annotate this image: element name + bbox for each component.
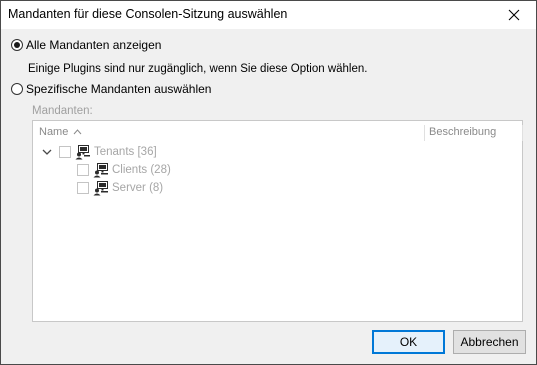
radio-all-tenants-label[interactable]: Alle Mandanten anzeigen [26, 38, 161, 52]
dialog-title: Mandanten für diese Consolen-Sitzung aus… [8, 7, 288, 21]
option-hint-text: Einige Plugins sind nur zugänglich, wenn… [28, 63, 368, 75]
tree-node-tenants-checkbox[interactable] [59, 146, 71, 158]
chevron-down-icon[interactable] [41, 146, 53, 158]
radio-specific-tenants-indicator[interactable] [11, 83, 23, 95]
tree-node-server-label: Server (8) [112, 182, 164, 194]
tree-node-clients[interactable]: Clients (28) [77, 161, 171, 179]
radio-specific-tenants-label[interactable]: Spezifische Mandanten auswählen [26, 82, 211, 96]
tree-node-server-checkbox[interactable] [77, 182, 89, 194]
sort-ascending-icon [73, 129, 82, 135]
tree-node-server[interactable]: Server (8) [77, 179, 163, 197]
tree-node-tenants[interactable]: Tenants [36] [41, 143, 157, 161]
column-header-description-label: Beschreibung [429, 126, 497, 138]
tenants-group-label: Mandanten: [32, 105, 93, 117]
close-icon [508, 9, 520, 21]
radio-all-tenants-indicator[interactable] [11, 39, 23, 51]
title-bar: Mandanten für diese Consolen-Sitzung aus… [1, 1, 536, 29]
close-button[interactable] [492, 1, 536, 29]
tree-node-tenants-label: Tenants [36] [94, 146, 157, 158]
tenant-tree[interactable]: Name Beschreibung Tenants [36] Clients (… [32, 120, 523, 322]
radio-all-tenants[interactable]: Alle Mandanten anzeigen [11, 38, 161, 52]
tenant-computer-icon [93, 163, 108, 178]
tenant-computer-icon [93, 181, 108, 196]
radio-specific-tenants[interactable]: Spezifische Mandanten auswählen [11, 82, 211, 96]
tree-node-clients-label: Clients (28) [112, 164, 171, 176]
cancel-button[interactable]: Abbrechen [453, 330, 526, 354]
tenant-group-icon [75, 145, 90, 160]
ok-button[interactable]: OK [372, 330, 445, 354]
column-header-name[interactable]: Name [39, 121, 82, 143]
column-separator[interactable] [522, 125, 523, 141]
column-header-name-label: Name [39, 126, 69, 138]
dialog-window: Mandanten für diese Consolen-Sitzung aus… [0, 0, 537, 365]
column-header-description[interactable]: Beschreibung [429, 121, 496, 143]
tree-node-clients-checkbox[interactable] [77, 164, 89, 176]
column-separator[interactable] [424, 125, 425, 141]
